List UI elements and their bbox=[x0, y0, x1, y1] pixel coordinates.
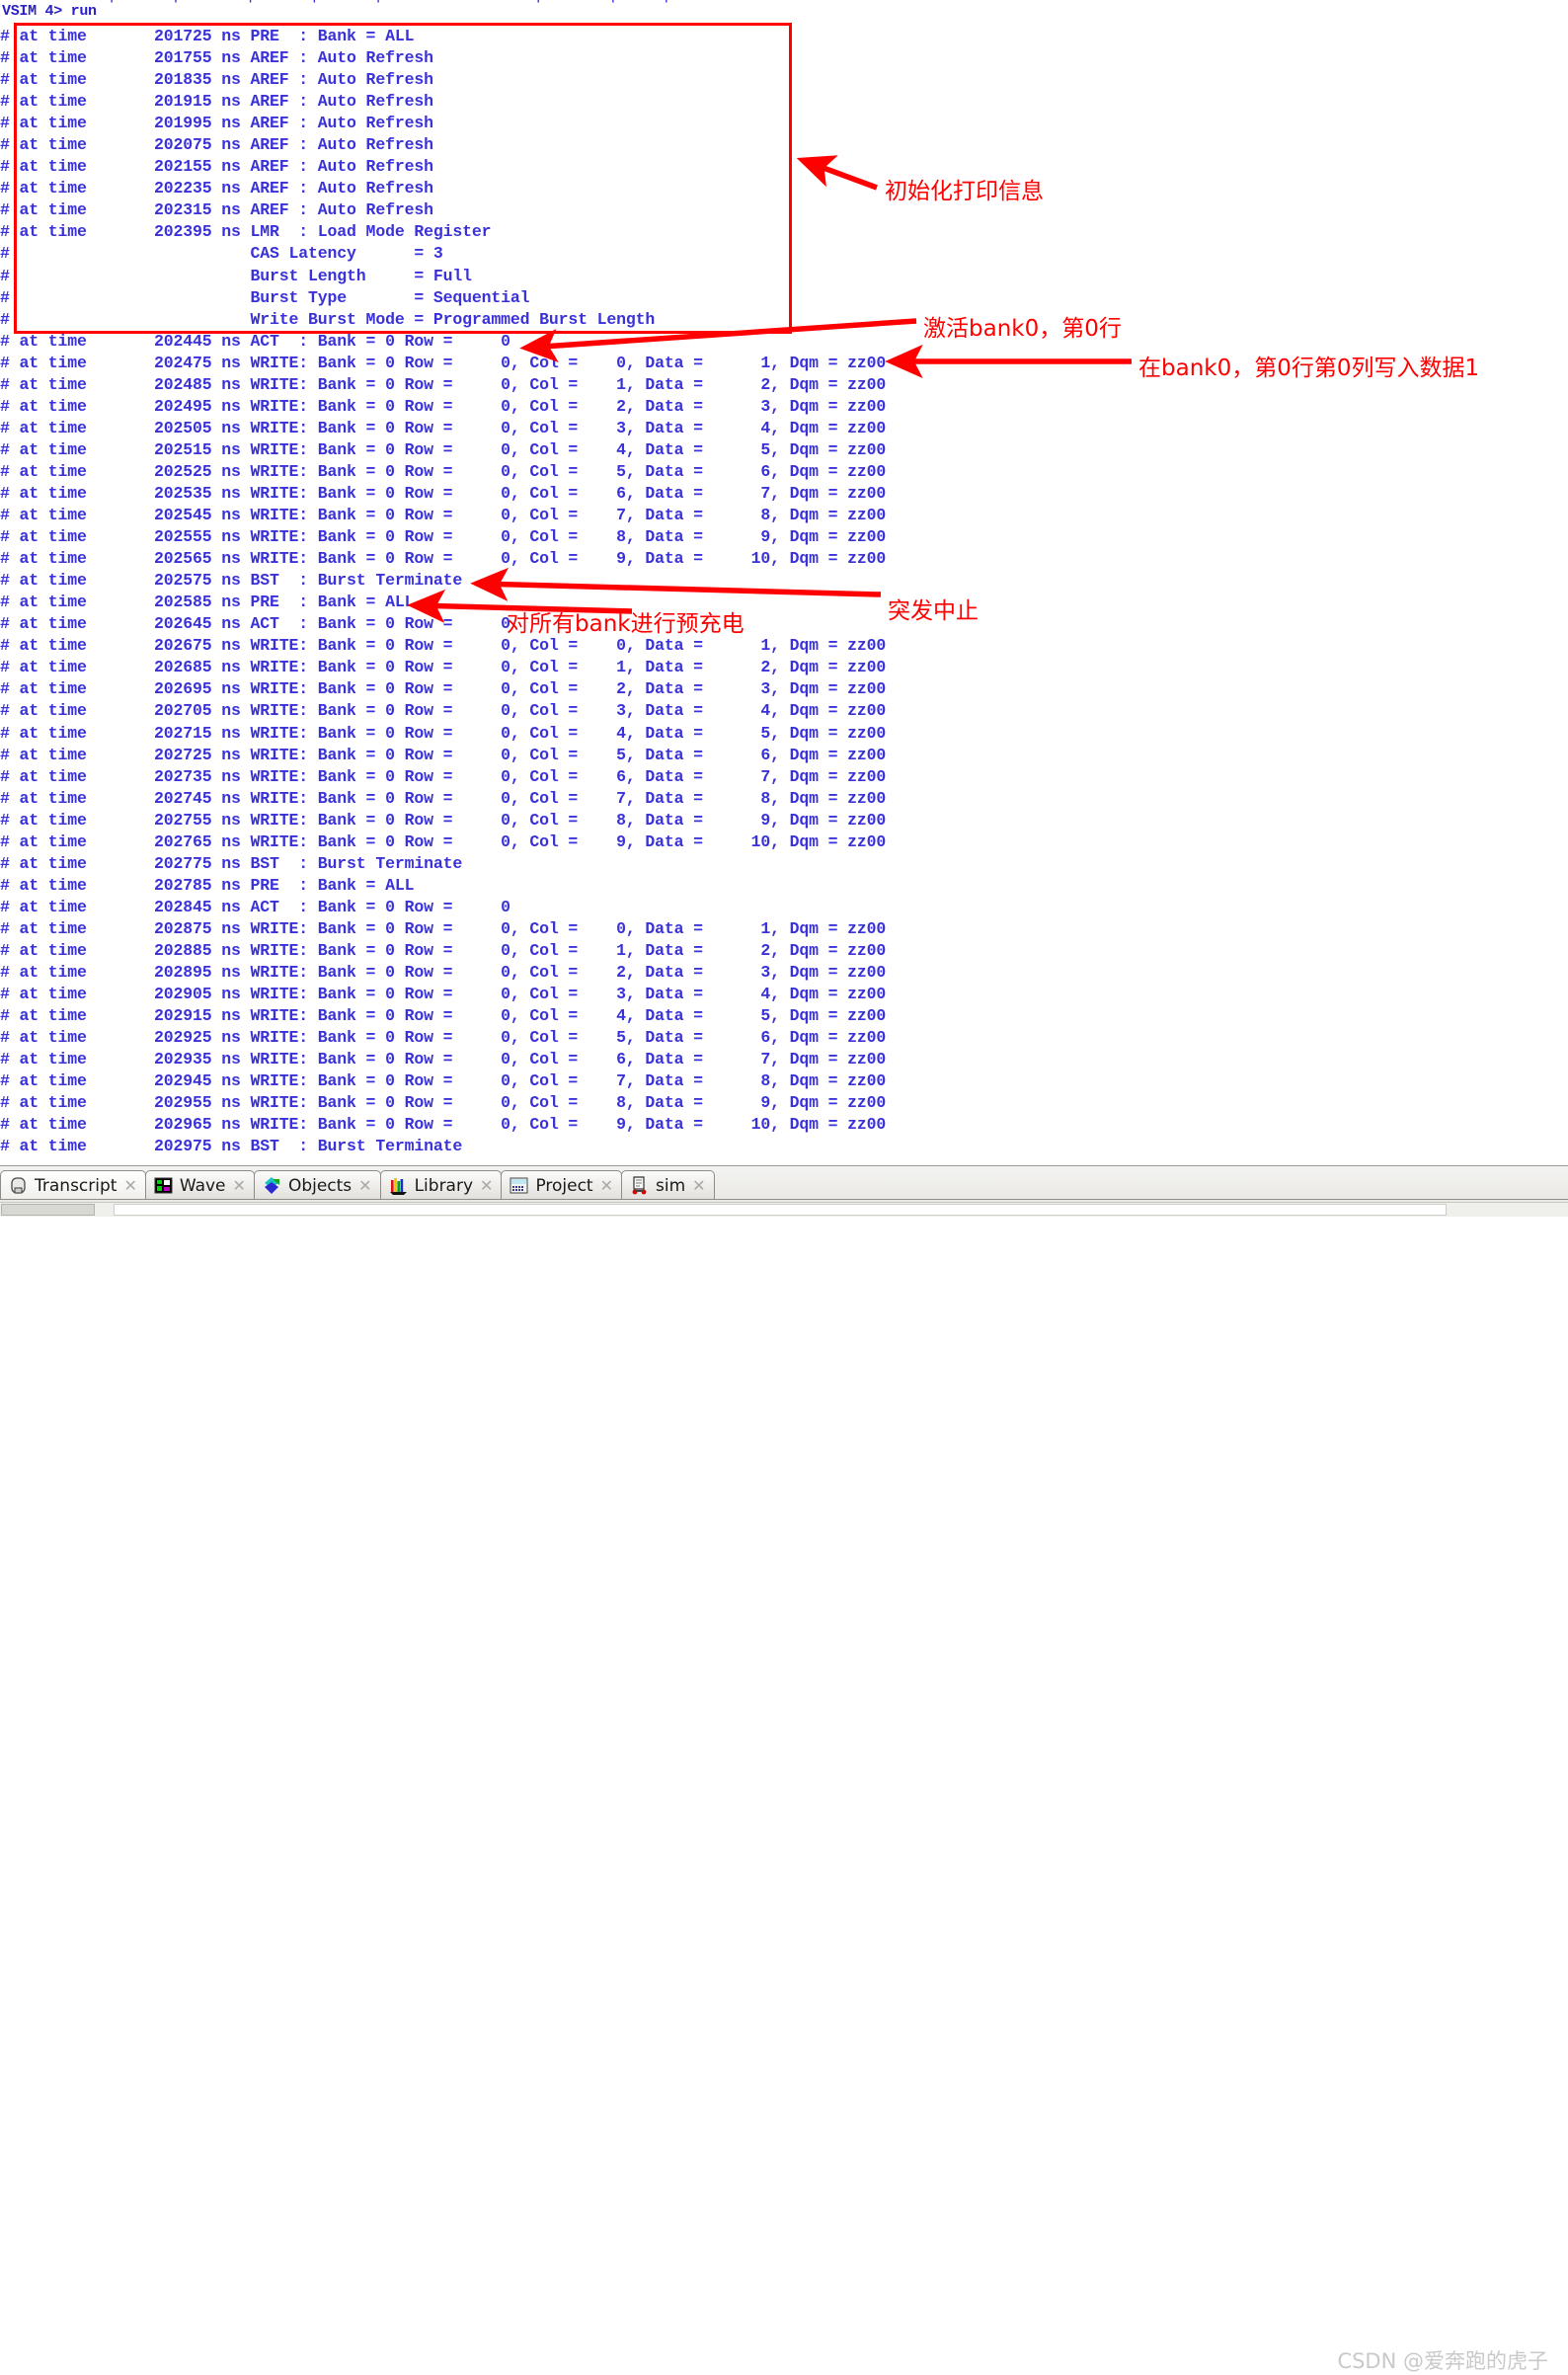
transcript-line: # at time 202575 ns BST : Burst Terminat… bbox=[0, 571, 463, 591]
tab-label: Transcript bbox=[35, 1175, 118, 1196]
transcript-line: # at time 202905 ns WRITE: Bank = 0 Row … bbox=[0, 985, 887, 1004]
transcript-line: # at time 202845 ns ACT : Bank = 0 Row =… bbox=[0, 897, 510, 916]
annotation-activate-bank0: 激活bank0，第0行 bbox=[923, 316, 1122, 342]
transcript-line: # Burst Length = Full bbox=[0, 266, 472, 285]
transcript-line: # at time 202725 ns WRITE: Bank = 0 Row … bbox=[0, 745, 887, 764]
tab-close-icon[interactable]: ✕ bbox=[480, 1177, 493, 1194]
transcript-line: # at time 202525 ns WRITE: Bank = 0 Row … bbox=[0, 461, 887, 481]
transcript-line: # at time 202235 ns AREF : Auto Refresh bbox=[0, 179, 433, 198]
transcript-icon bbox=[8, 1175, 29, 1196]
tab-library[interactable]: Library ✕ bbox=[379, 1170, 503, 1200]
transcript-line: # CAS Latency = 3 bbox=[0, 244, 443, 264]
tab-close-icon[interactable]: ✕ bbox=[600, 1177, 613, 1194]
transcript-line: # at time 202945 ns WRITE: Bank = 0 Row … bbox=[0, 1071, 887, 1091]
tab-label: Library bbox=[414, 1175, 474, 1196]
transcript-line: # at time 202555 ns WRITE: Bank = 0 Row … bbox=[0, 527, 887, 547]
tab-project[interactable]: Project ✕ bbox=[501, 1170, 623, 1200]
transcript-line: # at time 201755 ns AREF : Auto Refresh bbox=[0, 48, 433, 68]
transcript-line: # at time 202565 ns WRITE: Bank = 0 Row … bbox=[0, 549, 887, 569]
annotation-write-data1: 在bank0，第0行第0列写入数据1 bbox=[1138, 356, 1480, 381]
scrollbar-thumb-left[interactable] bbox=[1, 1204, 95, 1216]
transcript-line: # at time 202775 ns BST : Burst Terminat… bbox=[0, 853, 463, 873]
transcript-line: # at time 202745 ns WRITE: Bank = 0 Row … bbox=[0, 788, 887, 808]
scrollbar-track-right[interactable] bbox=[114, 1204, 1447, 1216]
transcript-line: # at time 202515 ns WRITE: Bank = 0 Row … bbox=[0, 439, 887, 459]
csdn-watermark: CSDN @爱奔跑的虎子 bbox=[1337, 2349, 1548, 2373]
transcript-line: # at time 202765 ns WRITE: Bank = 0 Row … bbox=[0, 831, 887, 851]
transcript-line: # at time 202495 ns WRITE: Bank = 0 Row … bbox=[0, 396, 887, 416]
transcript-line: # at time 202875 ns WRITE: Bank = 0 Row … bbox=[0, 918, 887, 938]
transcript-line: # at time 201725 ns PRE : Bank = ALL bbox=[0, 27, 415, 45]
tab-transcript[interactable]: Transcript ✕ bbox=[0, 1170, 146, 1200]
tab-label: sim bbox=[656, 1175, 686, 1196]
transcript-line: # at time 202315 ns AREF : Auto Refresh bbox=[0, 200, 433, 220]
transcript-line: # at time 202975 ns BST : Burst Terminat… bbox=[0, 1137, 463, 1156]
transcript-line: # at time 202885 ns WRITE: Bank = 0 Row … bbox=[0, 940, 887, 960]
transcript-line: # at time 202785 ns PRE : Bank = ALL bbox=[0, 875, 415, 895]
annotation-burst-terminate: 突发中止 bbox=[888, 598, 979, 624]
transcript-line: # at time 201995 ns AREF : Auto Refresh bbox=[0, 114, 433, 133]
transcript-line: # at time 202695 ns WRITE: Bank = 0 Row … bbox=[0, 679, 887, 699]
transcript-line: # at time 202735 ns WRITE: Bank = 0 Row … bbox=[0, 766, 887, 786]
transcript-line: # at time 202075 ns AREF : Auto Refresh bbox=[0, 135, 433, 155]
library-icon bbox=[388, 1175, 409, 1196]
vsim-prompt-line: VSIM 4> run bbox=[2, 3, 97, 20]
tab-close-icon[interactable]: ✕ bbox=[358, 1177, 371, 1194]
transcript-line: # at time 202535 ns WRITE: Bank = 0 Row … bbox=[0, 483, 887, 503]
bottom-tab-bar: Transcript ✕ Wave ✕ Objects ✕ Library ✕ Project ✕… bbox=[0, 1165, 1568, 2373]
transcript-line: # at time 202585 ns PRE : Bank = ALL bbox=[0, 593, 415, 612]
transcript-line: # at time 202915 ns WRITE: Bank = 0 Row … bbox=[0, 1006, 887, 1026]
transcript-line: # Burst Type = Sequential bbox=[0, 287, 530, 307]
transcript-line: # at time 202395 ns LMR : Load Mode Regi… bbox=[0, 222, 492, 242]
horizontal-scrollbar[interactable] bbox=[0, 1202, 1568, 1217]
transcript-line: # at time 202895 ns WRITE: Bank = 0 Row … bbox=[0, 963, 887, 983]
objects-icon bbox=[262, 1175, 282, 1196]
transcript-line: # at time 202955 ns WRITE: Bank = 0 Row … bbox=[0, 1093, 887, 1113]
transcript-line: # at time 202715 ns WRITE: Bank = 0 Row … bbox=[0, 723, 887, 743]
transcript-line: # at time 202545 ns WRITE: Bank = 0 Row … bbox=[0, 506, 887, 525]
transcript-line: # Write Burst Mode = Programmed Burst Le… bbox=[0, 309, 656, 329]
tab-sim[interactable]: sim ✕ bbox=[621, 1170, 715, 1200]
tab-label: Wave bbox=[179, 1175, 226, 1196]
transcript-line: # at time 202705 ns WRITE: Bank = 0 Row … bbox=[0, 701, 887, 721]
window-tabs: Transcript ✕ Wave ✕ Objects ✕ Library ✕ Project ✕… bbox=[0, 1166, 715, 1200]
transcript-line: # at time 202675 ns WRITE: Bank = 0 Row … bbox=[0, 636, 887, 656]
transcript-line: # at time 202685 ns WRITE: Bank = 0 Row … bbox=[0, 658, 887, 677]
transcript-line: # at time 201915 ns AREF : Auto Refresh bbox=[0, 92, 433, 112]
tab-wave[interactable]: Wave ✕ bbox=[144, 1170, 255, 1200]
transcript-line: # at time 202505 ns WRITE: Bank = 0 Row … bbox=[0, 418, 887, 437]
transcript-line: # at time 202755 ns WRITE: Bank = 0 Row … bbox=[0, 810, 887, 830]
tab-close-icon[interactable]: ✕ bbox=[233, 1177, 246, 1194]
tab-label: Objects bbox=[287, 1175, 353, 1196]
annotation-precharge-all: 对所有bank进行预充电 bbox=[507, 611, 745, 637]
sim-icon bbox=[629, 1175, 650, 1196]
project-icon bbox=[509, 1175, 529, 1196]
transcript-line: # at time 202935 ns WRITE: Bank = 0 Row … bbox=[0, 1050, 887, 1069]
transcript-console[interactable]: | | | | | | | | VSIM 4> run # at time 20… bbox=[0, 0, 1568, 1165]
transcript-line: # at time 202155 ns AREF : Auto Refresh bbox=[0, 157, 433, 177]
transcript-line: # at time 202645 ns ACT : Bank = 0 Row =… bbox=[0, 614, 510, 634]
transcript-line: # at time 201835 ns AREF : Auto Refresh bbox=[0, 70, 433, 90]
transcript-line: # at time 202965 ns WRITE: Bank = 0 Row … bbox=[0, 1115, 887, 1135]
tab-label: Project bbox=[535, 1175, 593, 1196]
annotation-init-print-info: 初始化打印信息 bbox=[885, 179, 1044, 204]
transcript-line: # at time 202925 ns WRITE: Bank = 0 Row … bbox=[0, 1028, 887, 1048]
wave-icon bbox=[153, 1175, 174, 1196]
tab-objects[interactable]: Objects ✕ bbox=[253, 1170, 381, 1200]
tab-baseline bbox=[0, 1199, 1568, 1200]
tab-close-icon[interactable]: ✕ bbox=[692, 1177, 705, 1194]
transcript-output: # at time 201725 ns PRE : Bank = ALL # at… bbox=[0, 26, 1568, 1157]
tab-close-icon[interactable]: ✕ bbox=[123, 1177, 136, 1194]
